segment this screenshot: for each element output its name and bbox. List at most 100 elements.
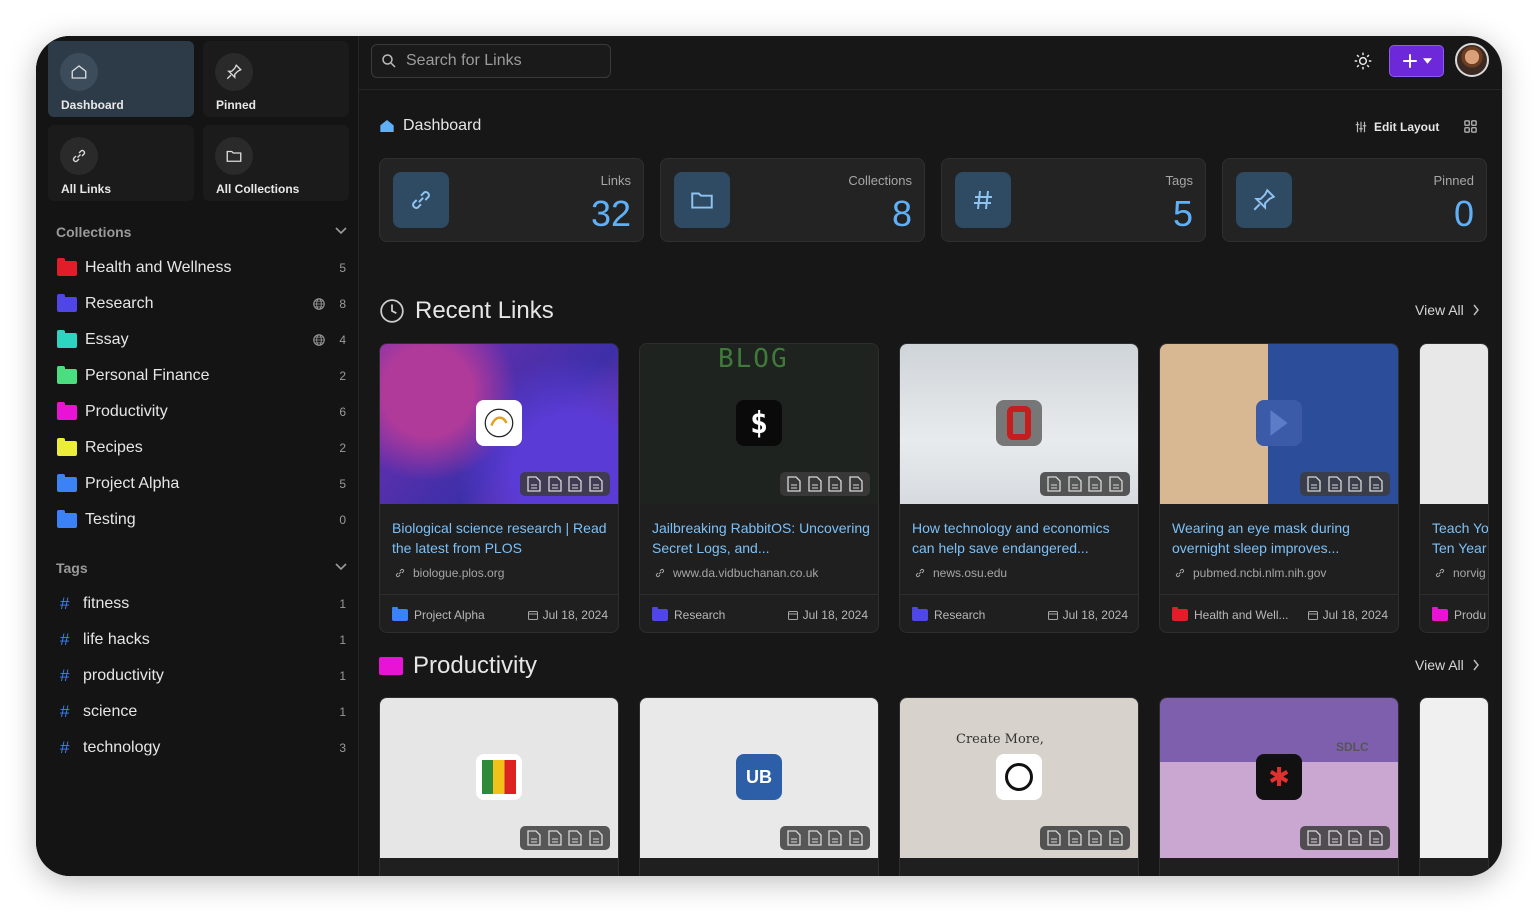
link-title[interactable]: Create More Than You Consume if You Want… (912, 872, 1134, 876)
collection-item[interactable]: Personal Finance 2 (50, 360, 346, 392)
image-file-icon[interactable] (1328, 476, 1342, 492)
link-card[interactable]: UB How to study (639, 697, 879, 876)
text-file-icon[interactable] (589, 476, 603, 492)
calendar-icon (1307, 610, 1318, 620)
stat-card-collections[interactable]: Collections 8 (660, 158, 925, 242)
link-title[interactable]: Teach Yourself Programming in Ten Years (392, 872, 614, 876)
html-file-icon[interactable] (1307, 830, 1321, 846)
chevron-down-icon[interactable] (334, 226, 348, 236)
pdf-file-icon[interactable] (828, 830, 842, 846)
link-thumbnail[interactable] (1420, 698, 1488, 858)
user-avatar[interactable] (1455, 43, 1489, 77)
hash-icon (955, 172, 1011, 228)
pdf-file-icon[interactable] (568, 830, 582, 846)
collection-item[interactable]: Recipes 2 (50, 432, 346, 464)
pdf-file-icon[interactable] (828, 476, 842, 492)
tag-item[interactable]: # productivity 1 (50, 660, 346, 692)
link-url[interactable]: news.osu.edu (914, 566, 1007, 580)
pdf-file-icon[interactable] (1088, 476, 1102, 492)
card-collection[interactable]: Project Alpha (392, 606, 485, 622)
html-file-icon[interactable] (527, 476, 541, 492)
html-file-icon[interactable] (1047, 476, 1061, 492)
view-all-recent-button[interactable]: View All (1415, 302, 1480, 318)
collection-item[interactable]: Essay 4 (50, 324, 346, 356)
link-url[interactable]: pubmed.ncbi.nlm.nih.gov (1174, 566, 1326, 580)
view-all-productivity-button[interactable]: View All (1415, 657, 1480, 673)
link-card[interactable]: Biological science research | Read the l… (379, 343, 619, 633)
link-title[interactable]: A dev's thoughts on developer productivi… (1172, 872, 1394, 876)
image-file-icon[interactable] (548, 830, 562, 846)
link-card[interactable]: $ Jailbreaking RabbitOS: Uncovering Secre… (639, 343, 879, 633)
text-file-icon[interactable] (849, 830, 863, 846)
card-collection[interactable]: Produ (1432, 606, 1486, 622)
pdf-file-icon[interactable] (568, 476, 582, 492)
text-file-icon[interactable] (1109, 476, 1123, 492)
quick-link-all-links[interactable]: All Links (48, 125, 194, 201)
tags-heading[interactable]: Tags (56, 560, 88, 576)
link-card[interactable]: Teach Yo Ten Year norvig Produ (1419, 343, 1489, 633)
collections-heading[interactable]: Collections (56, 224, 131, 240)
link-card[interactable]: ✱ A dev's thoughts on developer productiv… (1159, 697, 1399, 876)
tag-item[interactable]: # fitness 1 (50, 588, 346, 620)
pdf-file-icon[interactable] (1088, 830, 1102, 846)
html-file-icon[interactable] (787, 830, 801, 846)
image-file-icon[interactable] (1068, 830, 1082, 846)
collection-item[interactable]: Health and Wellness 5 (50, 252, 346, 284)
chevron-down-icon[interactable] (334, 562, 348, 572)
tag-item[interactable]: # science 1 (50, 696, 346, 728)
tag-item[interactable]: # technology 3 (50, 732, 346, 764)
link-url[interactable]: www.da.vidbuchanan.co.uk (654, 566, 818, 580)
theme-toggle-sun-icon[interactable] (1353, 51, 1373, 71)
stat-card-links[interactable]: Links 32 (379, 158, 644, 242)
link-card[interactable]: Create More Than You Consume if You Want… (899, 697, 1139, 876)
card-collection[interactable]: Health and Well... (1172, 606, 1289, 622)
image-file-icon[interactable] (808, 830, 822, 846)
link-title[interactable]: How technology and economics can help sa… (912, 518, 1134, 558)
collection-item[interactable]: Testing 0 (50, 504, 346, 536)
add-new-button[interactable] (1389, 45, 1444, 77)
link-card[interactable]: How technology and economics can help sa… (899, 343, 1139, 633)
search-input[interactable]: Search for Links (371, 44, 611, 78)
dashboard-main: Dashboard Edit Layout Links 32 Collectio… (359, 91, 1502, 876)
text-file-icon[interactable] (849, 476, 863, 492)
quick-link-pinned[interactable]: Pinned (203, 41, 349, 117)
stat-card-tags[interactable]: Tags 5 (941, 158, 1206, 242)
collection-item[interactable]: Productivity 6 (50, 396, 346, 428)
link-card[interactable]: Teach Yourself Programming in Ten Years (379, 697, 619, 876)
link-url[interactable]: norvig (1434, 566, 1486, 580)
link-title[interactable]: How to study (652, 872, 874, 876)
html-file-icon[interactable] (1307, 476, 1321, 492)
stat-card-pinned[interactable]: Pinned 0 (1222, 158, 1487, 242)
link-title[interactable]: The Grea Hack: Le (1432, 872, 1488, 876)
link-title[interactable]: Biological science research | Read the l… (392, 518, 614, 558)
text-file-icon[interactable] (589, 830, 603, 846)
html-file-icon[interactable] (1047, 830, 1061, 846)
collection-item[interactable]: Research 8 (50, 288, 346, 320)
link-title[interactable]: Teach Yo Ten Year (1432, 518, 1488, 558)
link-card[interactable]: Wearing an eye mask during overnight sle… (1159, 343, 1399, 633)
image-file-icon[interactable] (548, 476, 562, 492)
link-url[interactable]: biologue.plos.org (394, 566, 504, 580)
link-thumbnail[interactable] (1420, 344, 1488, 504)
collection-item[interactable]: Project Alpha 5 (50, 468, 346, 500)
html-file-icon[interactable] (787, 476, 801, 492)
link-title[interactable]: Wearing an eye mask during overnight sle… (1172, 518, 1394, 558)
image-file-icon[interactable] (1328, 830, 1342, 846)
grid-view-icon[interactable] (1463, 119, 1478, 134)
card-collection[interactable]: Research (912, 606, 985, 622)
text-file-icon[interactable] (1369, 476, 1383, 492)
quick-link-all-collections[interactable]: All Collections (203, 125, 349, 201)
card-collection[interactable]: Research (652, 606, 725, 622)
text-file-icon[interactable] (1109, 830, 1123, 846)
link-card[interactable]: The Grea Hack: Le (1419, 697, 1489, 876)
text-file-icon[interactable] (1369, 830, 1383, 846)
quick-link-dashboard[interactable]: Dashboard (48, 41, 194, 117)
pdf-file-icon[interactable] (1348, 476, 1362, 492)
image-file-icon[interactable] (808, 476, 822, 492)
tag-item[interactable]: # life hacks 1 (50, 624, 346, 656)
link-title[interactable]: Jailbreaking RabbitOS: Uncovering Secret… (652, 518, 874, 558)
edit-layout-button[interactable]: Edit Layout (1354, 119, 1478, 134)
image-file-icon[interactable] (1068, 476, 1082, 492)
html-file-icon[interactable] (527, 830, 541, 846)
pdf-file-icon[interactable] (1348, 830, 1362, 846)
